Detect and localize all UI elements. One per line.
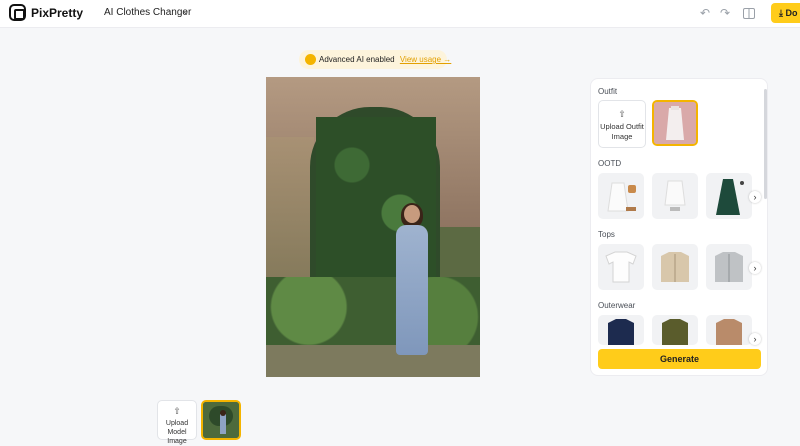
panel-scrollbar[interactable] (764, 89, 767, 199)
ootd-next-button[interactable]: › (749, 191, 761, 203)
photo-ground (266, 345, 480, 377)
generate-button[interactable]: Generate (598, 349, 761, 369)
photo-face (404, 205, 420, 223)
outerwear-section-title: Outerwear (598, 301, 636, 310)
sparkle-icon (305, 54, 316, 65)
tops-item-1[interactable] (598, 244, 644, 290)
tops-next-button[interactable]: › (749, 262, 761, 274)
redo-icon[interactable]: ↷ (717, 5, 733, 21)
ootd-item-2[interactable] (652, 173, 698, 219)
top-bar: PixPretty AI Clothes Changer ⌄ ↶ ↷ ⤓ Do (0, 0, 800, 28)
model-thumbnail[interactable] (201, 400, 241, 440)
upload-outfit-button[interactable]: ⇧ Upload Outfit Image (598, 100, 646, 148)
brand-name[interactable]: PixPretty (31, 6, 83, 20)
ootd-item-3[interactable] (706, 173, 752, 219)
outerwear-next-button[interactable]: › (749, 333, 761, 345)
photo-model-figure (390, 203, 434, 365)
undo-icon[interactable]: ↶ (697, 5, 713, 21)
upload-model-button[interactable]: ⇧ Upload Model Image (157, 400, 197, 445)
model-photo (266, 77, 480, 377)
chevron-down-icon[interactable]: ⌄ (182, 6, 190, 17)
upload-model-label: Upload Model Image (165, 420, 189, 445)
outfit-section-title: Outfit (598, 87, 618, 96)
badge-text: Advanced AI enabled (319, 55, 395, 64)
outerwear-item-3[interactable] (706, 315, 752, 345)
advanced-ai-badge: Advanced AI enabled View usage → (299, 50, 451, 69)
ootd-section-title: OOTD (598, 159, 622, 168)
tops-item-3[interactable] (706, 244, 752, 290)
upload-icon: ⇧ (618, 109, 626, 119)
outfit-panel: Outfit ⇧ Upload Outfit Image OOTD › Tops… (590, 78, 768, 376)
photo-outfit (396, 225, 428, 355)
view-usage-link[interactable]: View usage → (400, 55, 451, 64)
tops-section-title: Tops (598, 230, 615, 239)
pixpretty-logo-icon[interactable] (9, 4, 26, 21)
download-label: Do (785, 8, 798, 18)
split-view-icon[interactable] (741, 5, 757, 21)
download-icon: ⤓ (779, 8, 783, 18)
outerwear-item-2[interactable] (652, 315, 698, 345)
tops-item-2[interactable] (652, 244, 698, 290)
upload-icon: ⇧ (173, 406, 181, 416)
selected-outfit-thumb[interactable] (652, 100, 698, 146)
upload-outfit-label: Upload Outfit Image (600, 122, 644, 141)
outerwear-item-1[interactable] (598, 315, 644, 345)
ootd-item-1[interactable] (598, 173, 644, 219)
download-button[interactable]: ⤓ Do (771, 3, 800, 23)
tool-selector-label[interactable]: AI Clothes Changer (104, 7, 191, 18)
